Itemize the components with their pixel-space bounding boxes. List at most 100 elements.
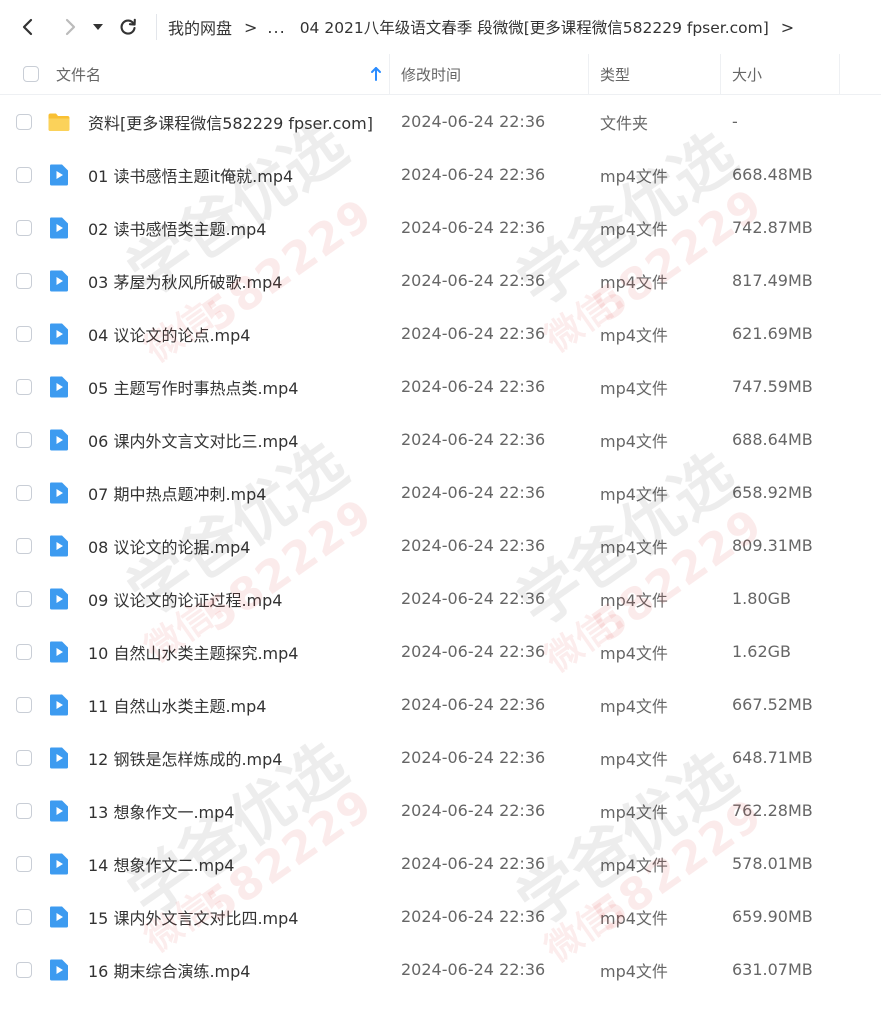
row-checkbox[interactable]: [16, 307, 32, 360]
select-all-checkbox[interactable]: [23, 54, 39, 94]
row-checkbox[interactable]: [16, 890, 32, 943]
file-row[interactable]: 07 期中热点题冲刺.mp4 2024-06-24 22:36 mp4文件 658.9…: [0, 466, 881, 519]
file-name[interactable]: 05 主题写作时事热点类.mp4: [88, 360, 298, 413]
column-divider[interactable]: [720, 54, 721, 94]
file-size: 1.80GB: [732, 589, 791, 608]
column-header-modified[interactable]: 修改时间: [401, 54, 461, 94]
file-name[interactable]: 12 钢铁是怎样炼成的.mp4: [88, 731, 282, 784]
column-divider[interactable]: [389, 54, 390, 94]
file-row[interactable]: 11 自然山水类主题.mp4 2024-06-24 22:36 mp4文件 667.5…: [0, 678, 881, 731]
row-checkbox[interactable]: [16, 519, 32, 572]
row-checkbox[interactable]: [16, 731, 32, 784]
file-name[interactable]: 15 课内外文言文对比四.mp4: [88, 890, 298, 943]
file-modified-time: 2024-06-24 22:36: [401, 430, 546, 449]
breadcrumb-ellipsis[interactable]: ...: [267, 18, 285, 37]
column-divider[interactable]: [839, 54, 840, 94]
file-row[interactable]: 13 想象作文一.mp4 2024-06-24 22:36 mp4文件 762.28M…: [0, 784, 881, 837]
file-name[interactable]: 13 想象作文一.mp4: [88, 784, 234, 837]
file-size: 809.31MB: [732, 536, 813, 555]
file-name[interactable]: 10 自然山水类主题探究.mp4: [88, 625, 298, 678]
file-size: 667.52MB: [732, 695, 813, 714]
column-header-name[interactable]: 文件名: [56, 54, 101, 94]
file-row[interactable]: 02 读书感悟类主题.mp4 2024-06-24 22:36 mp4文件 742.8…: [0, 201, 881, 254]
file-size: 668.48MB: [732, 165, 813, 184]
history-dropdown-button[interactable]: [85, 10, 111, 44]
file-size: 1.62GB: [732, 642, 791, 661]
row-checkbox[interactable]: [16, 254, 32, 307]
row-checkbox[interactable]: [16, 625, 32, 678]
file-size: 762.28MB: [732, 801, 813, 820]
file-row[interactable]: 15 课内外文言文对比四.mp4 2024-06-24 22:36 mp4文件 659…: [0, 890, 881, 943]
video-file-icon: [47, 148, 71, 201]
folder-icon: [47, 95, 71, 148]
file-type: mp4文件: [600, 855, 668, 875]
file-name[interactable]: 资料[更多课程微信582229 fpser.com]: [88, 95, 373, 148]
row-checkbox[interactable]: [16, 413, 32, 466]
row-checkbox[interactable]: [16, 943, 32, 996]
file-modified-time: 2024-06-24 22:36: [401, 536, 546, 555]
refresh-button[interactable]: [112, 10, 144, 44]
video-file-icon: [47, 307, 71, 360]
file-name[interactable]: 11 自然山水类主题.mp4: [88, 678, 266, 731]
checkbox-box: [16, 590, 32, 607]
column-header-size[interactable]: 大小: [732, 54, 762, 94]
file-modified-time: 2024-06-24 22:36: [401, 589, 546, 608]
forward-button[interactable]: [54, 10, 86, 44]
breadcrumb-current-folder[interactable]: 04 2021八年级语文春季 段微微[更多课程微信582229 fpser.co…: [300, 16, 769, 38]
row-checkbox[interactable]: [16, 360, 32, 413]
file-size: 688.64MB: [732, 430, 813, 449]
chevron-left-icon: [22, 18, 33, 36]
row-checkbox[interactable]: [16, 784, 32, 837]
row-checkbox[interactable]: [16, 466, 32, 519]
file-size: 621.69MB: [732, 324, 813, 343]
file-size: 742.87MB: [732, 218, 813, 237]
file-row[interactable]: 01 读书感悟主题it俺就.mp4 2024-06-24 22:36 mp4文件 66…: [0, 148, 881, 201]
file-row[interactable]: 16 期末综合演练.mp4 2024-06-24 22:36 mp4文件 631.07…: [0, 943, 881, 996]
file-name[interactable]: 14 想象作文二.mp4: [88, 837, 234, 890]
breadcrumb-trail-arrow[interactable]: >: [781, 18, 794, 37]
file-row[interactable]: 09 议论文的论证过程.mp4 2024-06-24 22:36 mp4文件 1.80…: [0, 572, 881, 625]
checkbox-box: [16, 961, 32, 978]
file-size: 631.07MB: [732, 960, 813, 979]
row-checkbox[interactable]: [16, 572, 32, 625]
file-row[interactable]: 05 主题写作时事热点类.mp4 2024-06-24 22:36 mp4文件 747…: [0, 360, 881, 413]
row-checkbox[interactable]: [16, 678, 32, 731]
file-row[interactable]: 资料[更多课程微信582229 fpser.com] 2024-06-24 22:…: [0, 95, 881, 148]
file-type: mp4文件: [600, 431, 668, 451]
file-size: -: [732, 112, 738, 131]
back-button[interactable]: [12, 10, 44, 44]
row-checkbox[interactable]: [16, 201, 32, 254]
file-name[interactable]: 03 茅屋为秋风所破歌.mp4: [88, 254, 282, 307]
sort-ascending-icon[interactable]: [369, 66, 383, 82]
breadcrumb-root[interactable]: 我的网盘: [168, 15, 232, 39]
file-type: mp4文件: [600, 378, 668, 398]
file-name[interactable]: 01 读书感悟主题it俺就.mp4: [88, 148, 293, 201]
file-row[interactable]: 14 想象作文二.mp4 2024-06-24 22:36 mp4文件 578.01M…: [0, 837, 881, 890]
checkbox-box: [16, 166, 32, 183]
file-name[interactable]: 06 课内外文言文对比三.mp4: [88, 413, 298, 466]
file-name[interactable]: 09 议论文的论证过程.mp4: [88, 572, 282, 625]
file-name[interactable]: 04 议论文的论点.mp4: [88, 307, 250, 360]
file-name[interactable]: 08 议论文的论据.mp4: [88, 519, 250, 572]
file-row[interactable]: 03 茅屋为秋风所破歌.mp4 2024-06-24 22:36 mp4文件 817.…: [0, 254, 881, 307]
refresh-icon: [120, 18, 136, 35]
file-row[interactable]: 12 钢铁是怎样炼成的.mp4 2024-06-24 22:36 mp4文件 648.…: [0, 731, 881, 784]
video-file-icon: [47, 837, 71, 890]
file-name[interactable]: 16 期末综合演练.mp4: [88, 943, 250, 996]
file-name[interactable]: 02 读书感悟类主题.mp4: [88, 201, 266, 254]
row-checkbox[interactable]: [16, 148, 32, 201]
row-checkbox[interactable]: [16, 837, 32, 890]
video-file-icon: [47, 625, 71, 678]
column-divider[interactable]: [588, 54, 589, 94]
file-row[interactable]: 10 自然山水类主题探究.mp4 2024-06-24 22:36 mp4文件 1.6…: [0, 625, 881, 678]
file-name[interactable]: 07 期中热点题冲刺.mp4: [88, 466, 266, 519]
checkbox-box: [16, 855, 32, 872]
file-type: mp4文件: [600, 643, 668, 663]
row-checkbox[interactable]: [16, 95, 32, 148]
video-file-icon: [47, 413, 71, 466]
file-row[interactable]: 06 课内外文言文对比三.mp4 2024-06-24 22:36 mp4文件 688…: [0, 413, 881, 466]
file-row[interactable]: 04 议论文的论点.mp4 2024-06-24 22:36 mp4文件 621.69…: [0, 307, 881, 360]
file-row[interactable]: 08 议论文的论据.mp4 2024-06-24 22:36 mp4文件 809.31…: [0, 519, 881, 572]
nav-divider: [156, 14, 157, 40]
column-header-type[interactable]: 类型: [600, 54, 630, 94]
